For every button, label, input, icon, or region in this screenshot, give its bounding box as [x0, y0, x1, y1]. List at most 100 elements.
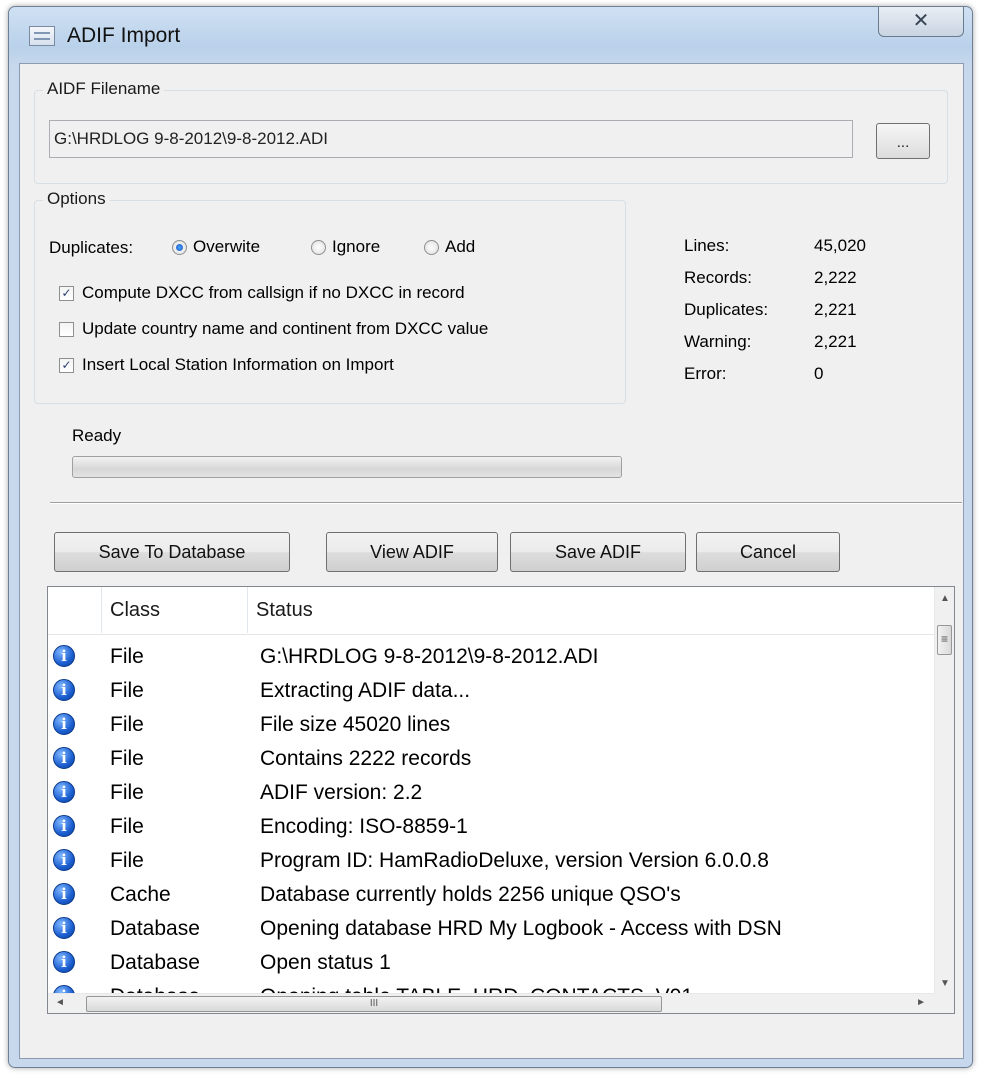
stat-duplicates-value: 2,221 [814, 300, 857, 319]
scroll-right-arrow-icon[interactable]: ► [916, 997, 926, 1008]
log-rows: i File G:\HRDLOG 9-8-2012\9-8-2012.ADI i Fil… [48, 641, 934, 1013]
stat-duplicates-label: Duplicates: [684, 300, 769, 319]
row-class-cell: File [110, 713, 144, 736]
table-row[interactable]: i File Encoding: ISO-8859-1 [48, 811, 934, 845]
options-group: Options Duplicates: Overwite Ignore Add … [34, 189, 626, 404]
app-window-icon [29, 26, 55, 46]
header-class[interactable]: Class [102, 587, 248, 633]
table-row[interactable]: i File File size 45020 lines [48, 709, 934, 743]
row-status-cell: Encoding: ISO-8859-1 [260, 815, 468, 838]
table-row[interactable]: i File Contains 2222 records [48, 743, 934, 777]
import-progress-bar [72, 456, 622, 478]
checkbox-insert-local-station[interactable]: ✓ Insert Local Station Information on Im… [59, 355, 394, 375]
table-row[interactable]: i File Extracting ADIF data... [48, 675, 934, 709]
radio-overwrite-indicator[interactable] [172, 239, 187, 255]
scroll-up-arrow-icon[interactable]: ▲ [940, 593, 950, 604]
stat-records-value: 2,222 [814, 268, 857, 287]
info-icon: i [53, 781, 75, 803]
log-list[interactable]: Class Status i File G:\HRDLOG 9-8-2012\9-8… [47, 586, 955, 1014]
vertical-scrollbar[interactable]: ▲ ≡ ▼ [934, 587, 954, 993]
table-row[interactable]: i File Program ID: HamRadioDeluxe, version… [48, 845, 934, 879]
table-row[interactable]: i File ADIF version: 2.2 [48, 777, 934, 811]
scroll-left-arrow-icon[interactable]: ◄ [55, 997, 65, 1008]
table-row[interactable]: i Database Open status 1 [48, 947, 934, 981]
row-class-cell: File [110, 781, 144, 804]
checkbox-update-country[interactable]: Update country name and continent from D… [59, 319, 488, 339]
radio-add[interactable]: Add [424, 237, 475, 257]
header-icon-column[interactable] [48, 587, 102, 633]
row-class-cell: Database [110, 917, 200, 940]
row-class-cell: Cache [110, 883, 171, 906]
duplicates-label: Duplicates: [49, 238, 134, 257]
table-row[interactable]: i File G:\HRDLOG 9-8-2012\9-8-2012.ADI [48, 641, 934, 675]
separator-line [50, 502, 962, 504]
stat-warning-label: Warning: [684, 332, 752, 351]
row-class-cell: File [110, 747, 144, 770]
row-class-cell: Database [110, 951, 200, 974]
header-status[interactable]: Status [248, 587, 936, 633]
info-icon: i [53, 679, 75, 701]
checkbox-update-country-box[interactable] [59, 321, 74, 337]
info-icon: i [53, 951, 75, 973]
adif-import-window: ADIF Import ✕ AIDF Filename ... Options … [8, 6, 973, 1068]
info-icon: i [53, 917, 75, 939]
info-icon: i [53, 713, 75, 735]
status-text: Ready [72, 426, 122, 445]
filename-group-legend: AIDF Filename [43, 79, 165, 99]
horizontal-scroll-thumb[interactable]: III [86, 996, 662, 1012]
row-status-cell: Database currently holds 2256 unique QSO… [260, 883, 681, 906]
checkbox-compute-dxcc[interactable]: ✓ Compute DXCC from callsign if no DXCC … [59, 283, 465, 303]
checkbox-compute-dxcc-label: Compute DXCC from callsign if no DXCC in… [82, 283, 465, 302]
row-class-cell: File [110, 679, 144, 702]
radio-ignore[interactable]: Ignore [311, 237, 380, 257]
log-list-header: Class Status [48, 587, 934, 635]
table-row[interactable]: i Cache Database currently holds 2256 uniq… [48, 879, 934, 913]
checkbox-insert-local-station-label: Insert Local Station Information on Impo… [82, 355, 394, 374]
window-title: ADIF Import [67, 24, 181, 47]
vertical-scroll-thumb[interactable]: ≡ [937, 625, 952, 655]
checkbox-insert-local-station-box[interactable]: ✓ [59, 357, 74, 373]
info-icon: i [53, 883, 75, 905]
title-bar[interactable]: ADIF Import ✕ [9, 7, 972, 63]
radio-overwrite[interactable]: Overwite [172, 237, 260, 257]
info-icon: i [53, 849, 75, 871]
row-status-cell: ADIF version: 2.2 [260, 781, 423, 804]
radio-ignore-indicator[interactable] [311, 239, 326, 255]
stat-warning-value: 2,221 [814, 332, 857, 351]
scroll-down-arrow-icon[interactable]: ▼ [940, 978, 950, 989]
row-status-cell: Extracting ADIF data... [260, 679, 471, 702]
row-status-cell: Program ID: HamRadioDeluxe, version Vers… [260, 849, 769, 872]
close-button[interactable]: ✕ [878, 7, 964, 37]
radio-add-indicator[interactable] [424, 239, 439, 255]
cancel-button[interactable]: Cancel [696, 532, 840, 572]
row-status-cell: Open status 1 [260, 951, 391, 974]
stat-lines-value: 45,020 [814, 236, 866, 255]
scrollbar-corner [934, 993, 954, 1013]
stat-error-label: Error: [684, 364, 727, 383]
filename-field[interactable] [49, 120, 853, 158]
info-icon: i [53, 747, 75, 769]
save-to-database-button[interactable]: Save To Database [54, 532, 290, 572]
row-status-cell: File size 45020 lines [260, 713, 451, 736]
info-icon: i [53, 815, 75, 837]
row-class-cell: File [110, 815, 144, 838]
checkbox-update-country-label: Update country name and continent from D… [82, 319, 489, 338]
radio-overwrite-label: Overwite [193, 237, 261, 256]
stat-lines-label: Lines: [684, 236, 730, 255]
dialog-client-area: AIDF Filename ... Options Duplicates: Ov… [19, 63, 964, 1059]
radio-add-label: Add [445, 237, 476, 256]
horizontal-scrollbar[interactable]: ◄ III ► [48, 993, 934, 1013]
row-status-cell: Contains 2222 records [260, 747, 472, 770]
row-class-cell: File [110, 849, 144, 872]
row-status-cell: Opening database HRD My Logbook - Access… [260, 917, 782, 940]
browse-button[interactable]: ... [876, 123, 930, 159]
options-group-legend: Options [43, 189, 110, 209]
table-row[interactable]: i Database Opening database HRD My Logbook… [48, 913, 934, 947]
checkbox-compute-dxcc-box[interactable]: ✓ [59, 285, 74, 301]
save-adif-button[interactable]: Save ADIF [510, 532, 686, 572]
view-adif-button[interactable]: View ADIF [326, 532, 498, 572]
stat-records-label: Records: [684, 268, 753, 287]
filename-group: AIDF Filename ... [34, 79, 948, 184]
row-class-cell: File [110, 645, 144, 668]
radio-ignore-label: Ignore [332, 237, 381, 256]
